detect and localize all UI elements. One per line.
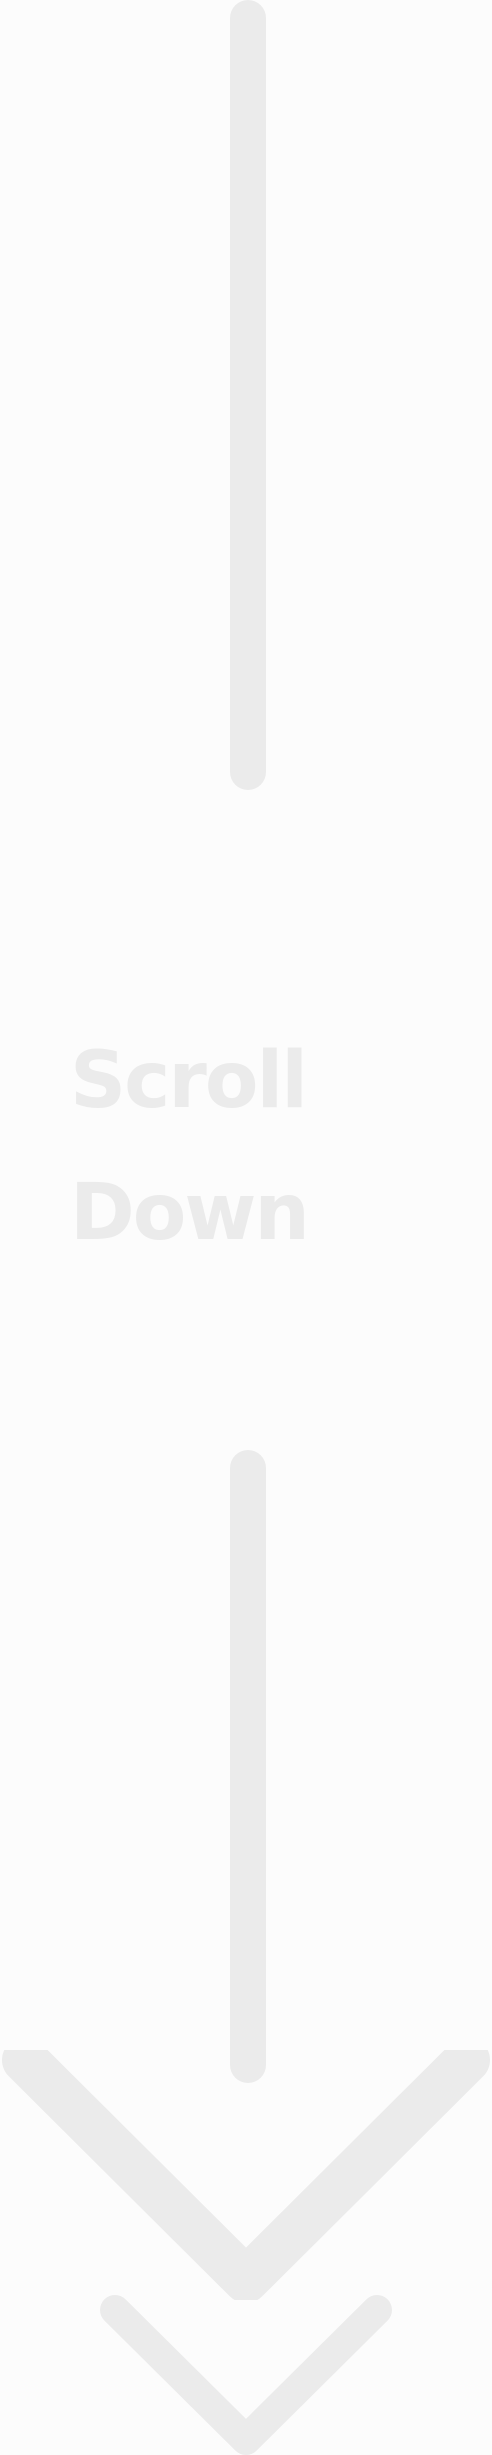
small-chevron-down-icon <box>100 2295 392 2455</box>
scroll-label-line1: Scroll <box>70 1036 308 1126</box>
bottom-line-icon <box>230 1450 266 2083</box>
big-chevron-down-icon <box>2 2050 490 2300</box>
top-line-icon <box>230 0 266 790</box>
scroll-label-line2: Down <box>70 1168 310 1258</box>
scroll-down-label: Scroll Down <box>70 1015 460 1279</box>
